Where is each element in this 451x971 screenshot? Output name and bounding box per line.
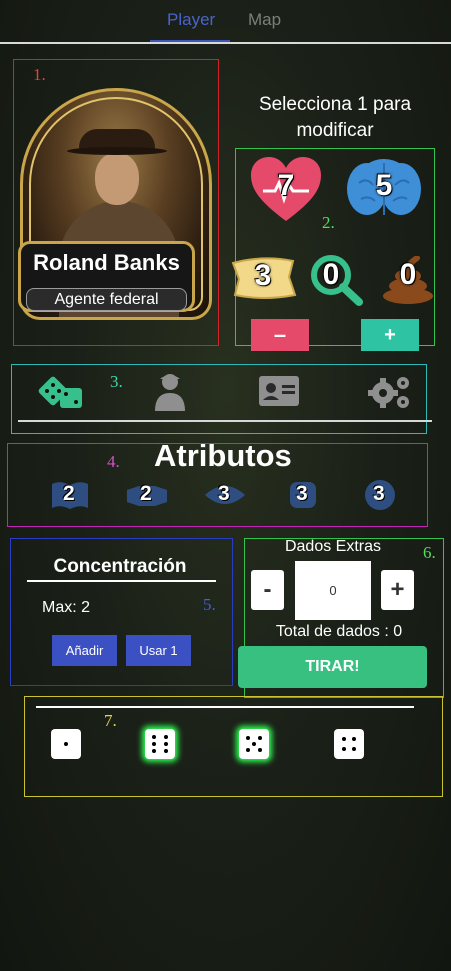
money-value: 3 [254, 259, 272, 292]
select-stat-prompt: Selecciona 1 para modificar [258, 94, 412, 141]
dice-icon [38, 376, 82, 408]
attribute-strength: 3 [286, 478, 320, 512]
health-stat[interactable]: 7 [249, 155, 323, 223]
sanity-value: 5 [375, 169, 393, 202]
doom-stat[interactable]: 0 [381, 255, 435, 304]
tab-map[interactable]: Map [248, 10, 281, 30]
increase-stat-button[interactable]: + [361, 319, 419, 351]
settings-nav-button[interactable] [367, 373, 413, 411]
nav-divider [18, 420, 432, 422]
roll-results-section [24, 696, 443, 797]
concentration-max: Max: 2 [42, 599, 91, 616]
extra-dice-minus-button[interactable]: - [251, 570, 284, 610]
clues-value: 0 [322, 258, 340, 291]
section-number-6: 6. [423, 543, 436, 562]
name-plate: Roland Banks Agente federal [18, 241, 195, 312]
extra-dice-plus-button[interactable]: + [381, 570, 414, 610]
character-role: Agente federal [26, 288, 187, 311]
attribute-will-value: 3 [373, 482, 385, 505]
attribute-influence: 2 [125, 480, 169, 510]
id-card-nav-button[interactable] [259, 376, 299, 406]
total-dice-label: Total de dados : 0 [275, 623, 403, 640]
roll-divider [36, 706, 414, 708]
top-tab-bar: Player Map [0, 0, 451, 44]
attribute-lore-value: 2 [63, 482, 75, 505]
dice-nav-button[interactable] [38, 374, 84, 410]
health-value: 7 [277, 169, 295, 202]
tab-player[interactable]: Player [167, 10, 215, 30]
section-number-4: 4. [107, 452, 120, 471]
clues-stat[interactable]: 0 [309, 254, 365, 306]
money-stat[interactable]: 3 [229, 255, 297, 301]
extra-dice-input[interactable]: 0 [295, 561, 371, 620]
decrease-stat-button[interactable]: – [251, 319, 309, 351]
extra-dice-title: Dados Extras [284, 538, 382, 555]
section-number-7: 7. [104, 711, 117, 730]
add-concentration-button[interactable]: Añadir [52, 635, 117, 666]
attribute-observation-value: 3 [218, 482, 230, 505]
tab-divider [0, 42, 451, 44]
attribute-will: 3 [362, 477, 398, 513]
attribute-strength-value: 3 [296, 482, 308, 505]
roll-button[interactable]: TIRAR! [238, 646, 427, 688]
attribute-lore: 2 [50, 480, 90, 510]
investigator-nav-button[interactable] [153, 371, 187, 411]
die-result-1 [51, 729, 81, 759]
investigator-icon [155, 374, 185, 411]
section-number-2: 2. [322, 213, 335, 232]
id-card-icon [259, 376, 299, 406]
section-number-5: 5. [203, 595, 216, 614]
section-number-3: 3. [110, 372, 123, 391]
settings-icon [368, 377, 409, 408]
concentration-title: Concentración [53, 556, 187, 577]
concentration-divider [27, 580, 216, 582]
die-result-3 [239, 729, 269, 759]
section-number-1: 1. [33, 65, 46, 84]
use-concentration-button[interactable]: Usar 1 [126, 635, 191, 666]
attributes-title: Atributos [154, 438, 292, 473]
attribute-influence-value: 2 [140, 482, 152, 505]
die-result-4 [334, 729, 364, 759]
doom-value: 0 [399, 258, 417, 291]
sanity-stat[interactable]: 5 [345, 155, 423, 221]
die-result-2 [145, 729, 175, 759]
character-name: Roland Banks [33, 250, 180, 275]
attribute-observation: 3 [204, 481, 246, 509]
